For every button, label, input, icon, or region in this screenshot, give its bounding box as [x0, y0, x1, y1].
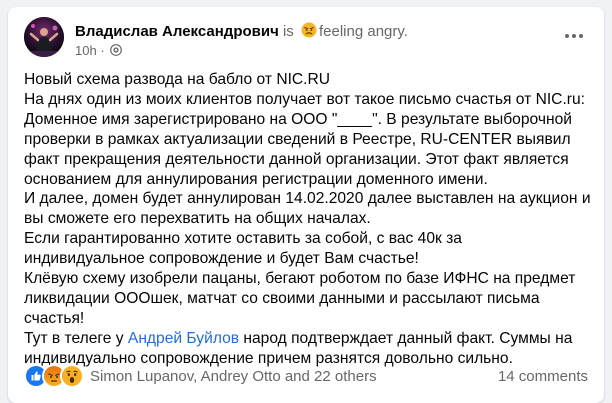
post-line: основанием для аннулирования регистрации… — [24, 170, 488, 188]
reactors-text[interactable]: Simon Lupanov, Andrey Otto and 22 others — [90, 368, 377, 385]
post-line: И далее, домен будет аннулирован 14.02.2… — [24, 190, 591, 208]
globe-icon[interactable] — [110, 44, 123, 56]
post-line: Если гарантированно хотите оставить за с… — [24, 230, 462, 248]
post-header: Владислав Александрович is feeling angry… — [24, 17, 588, 61]
post-line: факт прекращения деятельности данной орг… — [24, 150, 569, 168]
feeling-label[interactable]: feeling angry. — [319, 23, 408, 40]
comments-count[interactable]: 14 comments — [498, 368, 588, 385]
angry-face-icon — [301, 22, 317, 38]
mention-suffix: народ подтверждает данный факт. Суммы на — [239, 329, 573, 347]
post-line: проверки в рамках актуализации сведений … — [24, 130, 571, 148]
post-line: ликвидации ОООшек, матчат со своими данн… — [24, 289, 540, 307]
post-line: счастья! — [24, 309, 85, 327]
meta-separator: · — [100, 43, 105, 58]
author-avatar[interactable] — [24, 17, 64, 57]
post-line: На днях один из моих клиентов получает в… — [24, 90, 585, 108]
post-meta: 10h · — [75, 43, 123, 59]
wow-reaction-icon — [60, 364, 84, 388]
post-text: Новый схема развода на бабло от NIC.RU Н… — [24, 70, 600, 369]
reactions-summary[interactable]: Simon Lupanov, Andrey Otto and 22 others — [24, 364, 377, 388]
mention-prefix: Тут в телеге у — [24, 329, 128, 347]
author-line: Владислав Александрович is feeling angry… — [75, 22, 408, 41]
post-line: Клёвую схему изобрели пацаны, бегают роб… — [24, 270, 576, 288]
more-horizontal-icon — [564, 26, 584, 44]
post-line: Новый схема развода на бабло от NIC.RU — [24, 71, 331, 88]
post-footer: Simon Lupanov, Andrey Otto and 22 others… — [24, 364, 588, 388]
post-line-with-mention: Тут в телеге у Андрей Буйлов народ подтв… — [24, 329, 600, 349]
more-options-button[interactable] — [556, 17, 592, 53]
post-card: Владислав Александрович is feeling angry… — [8, 7, 604, 403]
post-timestamp[interactable]: 10h — [75, 43, 97, 58]
mention-link[interactable]: Андрей Буйлов — [128, 330, 239, 347]
activity-prefix: is — [282, 23, 294, 40]
post-line: Доменное имя зарегистрировано на ООО "__… — [24, 110, 572, 128]
author-name[interactable]: Владислав Александрович — [75, 23, 279, 40]
post-line: индивидуальное сопровождение и будет Вам… — [24, 250, 419, 268]
post-line: вы сможете его перехватить на общих нача… — [24, 210, 371, 228]
